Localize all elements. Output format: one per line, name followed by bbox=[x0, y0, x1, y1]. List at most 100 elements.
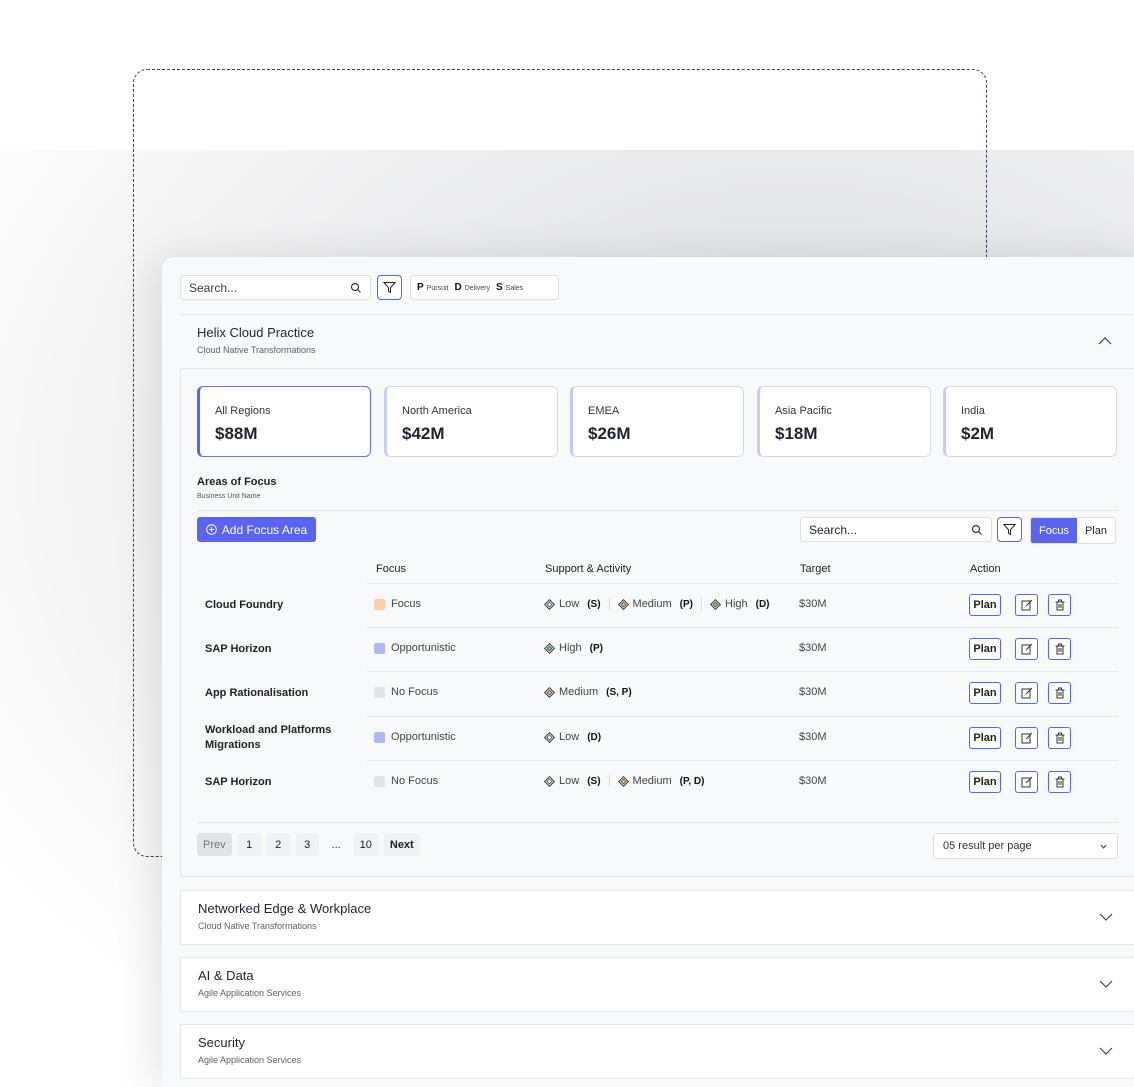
section-title: AI & Data bbox=[198, 968, 254, 983]
add-focus-area-button[interactable]: Add Focus Area bbox=[197, 517, 316, 542]
page-2[interactable]: 2 bbox=[266, 833, 290, 856]
delete-button[interactable] bbox=[1048, 682, 1071, 704]
edit-button[interactable] bbox=[1015, 594, 1038, 616]
focus-plan-toggle[interactable]: Focus Plan bbox=[1030, 517, 1116, 544]
row-name: Cloud Foundry bbox=[205, 599, 284, 611]
practice-title: Helix Cloud Practice bbox=[197, 325, 315, 340]
focus-swatch bbox=[374, 686, 385, 698]
row-name: SAP Horizon bbox=[205, 643, 272, 655]
row-target: $30M bbox=[799, 731, 827, 743]
pagination: Prev 1 2 3 ... 10 Next bbox=[197, 833, 420, 856]
plus-circle-icon bbox=[205, 524, 217, 535]
legend: P Pursuit D Delivery S Sales bbox=[410, 275, 559, 300]
col-action: Action bbox=[970, 563, 1001, 575]
region-card-north-america[interactable]: North America $42M bbox=[384, 386, 558, 457]
search-icon bbox=[350, 282, 361, 293]
edit-icon bbox=[1021, 776, 1032, 788]
prev-button[interactable]: Prev bbox=[197, 833, 232, 856]
region-value: $88M bbox=[215, 424, 258, 443]
row-divider bbox=[367, 760, 1118, 761]
toggle-focus[interactable]: Focus bbox=[1031, 518, 1077, 543]
section-security[interactable]: Security Agile Application Services bbox=[180, 1024, 1134, 1079]
areas-filter-button[interactable] bbox=[997, 517, 1022, 542]
row-target: $30M bbox=[799, 775, 827, 787]
row-focus: Focus bbox=[374, 598, 421, 610]
next-button[interactable]: Next bbox=[383, 833, 420, 856]
page-10[interactable]: 10 bbox=[353, 833, 378, 856]
focus-label: Opportunistic bbox=[391, 731, 456, 743]
region-card-all[interactable]: All Regions $88M bbox=[197, 386, 371, 457]
edit-button[interactable] bbox=[1015, 638, 1038, 660]
region-value: $18M bbox=[775, 424, 818, 443]
toggle-plan[interactable]: Plan bbox=[1077, 518, 1115, 543]
section-networked-edge[interactable]: Networked Edge & Workplace Cloud Native … bbox=[180, 890, 1134, 945]
region-card-emea[interactable]: EMEA $26M bbox=[570, 386, 744, 457]
focus-swatch bbox=[374, 731, 385, 743]
per-page-select[interactable]: 05 result per page bbox=[933, 833, 1118, 859]
page-3[interactable]: 3 bbox=[295, 833, 319, 856]
diamond-icon bbox=[617, 598, 629, 610]
row-support: Low (S) Medium (P, D) bbox=[544, 775, 704, 787]
delete-button[interactable] bbox=[1048, 594, 1071, 616]
chevron-down-icon[interactable] bbox=[1099, 1044, 1113, 1058]
diamond-icon bbox=[544, 642, 555, 654]
chevron-down-icon[interactable] bbox=[1099, 910, 1113, 924]
row-divider bbox=[367, 627, 1118, 628]
edit-icon bbox=[1021, 643, 1032, 655]
delete-button[interactable] bbox=[1048, 638, 1071, 660]
support-tag: (P) bbox=[679, 598, 693, 610]
region-card-asia-pacific[interactable]: Asia Pacific $18M bbox=[757, 386, 931, 457]
region-card-india[interactable]: India $2M bbox=[943, 386, 1117, 457]
edit-button[interactable] bbox=[1015, 771, 1038, 793]
section-ai-data[interactable]: AI & Data Agile Application Services bbox=[180, 957, 1134, 1012]
separator bbox=[608, 598, 610, 610]
plan-button[interactable]: Plan bbox=[969, 638, 1001, 660]
areas-search-input[interactable]: Search... bbox=[800, 517, 992, 542]
chevron-up-icon[interactable] bbox=[1098, 334, 1112, 348]
plan-button[interactable]: Plan bbox=[969, 594, 1001, 616]
row-name: App Rationalisation bbox=[205, 687, 309, 699]
delete-button[interactable] bbox=[1048, 771, 1071, 793]
plan-button[interactable]: Plan bbox=[969, 727, 1001, 749]
row-support: Low (D) bbox=[544, 731, 601, 743]
row-focus: No Focus bbox=[374, 686, 438, 698]
row-name: Workload and Platforms Migrations bbox=[205, 724, 332, 751]
row-divider bbox=[367, 583, 1118, 584]
row-focus: Opportunistic bbox=[374, 731, 456, 743]
diamond-icon bbox=[544, 731, 555, 743]
filter-icon bbox=[1003, 524, 1016, 536]
section-title: Networked Edge & Workplace bbox=[198, 901, 372, 916]
trash-icon bbox=[1055, 732, 1064, 744]
row-support: Medium (S, P) bbox=[544, 686, 632, 698]
practice-header[interactable]: Helix Cloud Practice Cloud Native Transf… bbox=[180, 314, 1134, 369]
search-input[interactable]: Search... bbox=[180, 275, 371, 300]
areas-search-placeholder: Search... bbox=[809, 522, 858, 537]
col-focus: Focus bbox=[376, 563, 406, 575]
page-1[interactable]: 1 bbox=[237, 833, 261, 856]
col-support: Support & Activity bbox=[545, 563, 632, 575]
focus-label: No Focus bbox=[391, 686, 439, 698]
support-tag: (P, D) bbox=[679, 775, 705, 787]
legend-pursuit: P Pursuit bbox=[417, 282, 449, 293]
plan-button[interactable]: Plan bbox=[969, 771, 1001, 793]
divider bbox=[197, 510, 1118, 511]
plan-button[interactable]: Plan bbox=[969, 682, 1001, 704]
focus-label: Focus bbox=[391, 598, 421, 610]
filter-icon bbox=[383, 282, 396, 294]
support-level: High bbox=[559, 642, 582, 654]
row-focus: Opportunistic bbox=[374, 642, 456, 654]
practice-card: Search... P Pursuit D Delivery S Sales Heli… bbox=[162, 257, 1134, 1087]
edit-button[interactable] bbox=[1015, 727, 1038, 749]
chevron-down-icon[interactable] bbox=[1099, 977, 1113, 991]
add-focus-area-label: Add Focus Area bbox=[221, 522, 308, 537]
delete-button[interactable] bbox=[1048, 727, 1071, 749]
filter-button[interactable] bbox=[377, 275, 402, 300]
trash-icon bbox=[1055, 643, 1064, 655]
row-name: SAP Horizon bbox=[205, 776, 272, 788]
support-level: High bbox=[725, 598, 748, 610]
edit-button[interactable] bbox=[1015, 682, 1038, 704]
legend-sales: S Sales bbox=[496, 282, 524, 293]
edit-icon bbox=[1021, 687, 1032, 699]
page-ellipsis: ... bbox=[331, 838, 341, 851]
diamond-icon bbox=[710, 598, 721, 610]
